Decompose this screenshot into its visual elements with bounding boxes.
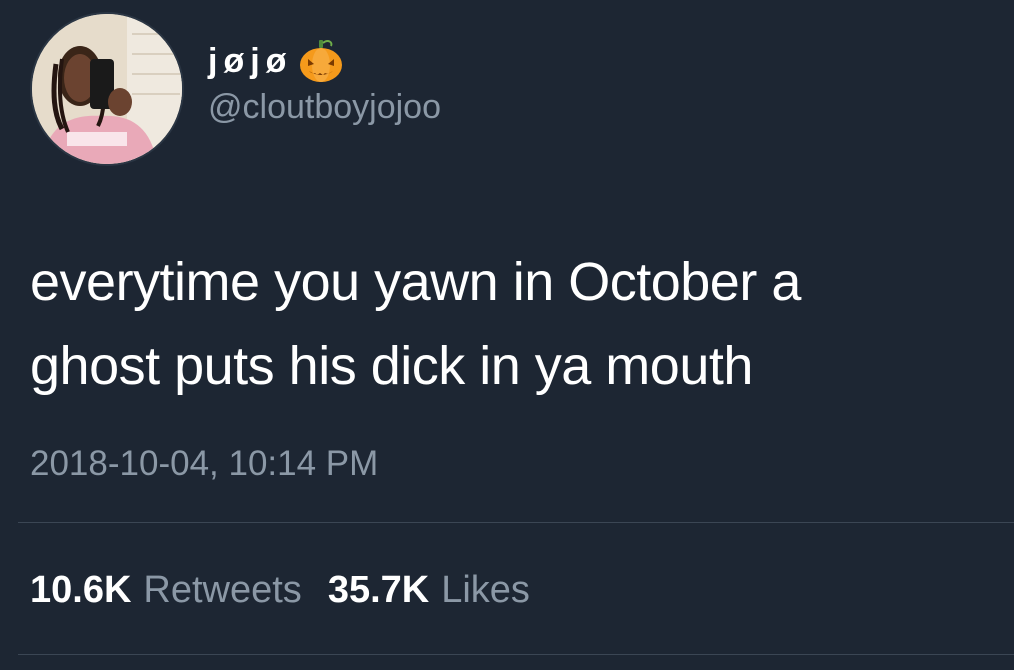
- likes-label[interactable]: Likes: [441, 562, 530, 618]
- avatar[interactable]: [30, 12, 184, 166]
- tweet-text: everytime you yawn in October a ghost pu…: [30, 240, 990, 408]
- display-name-row[interactable]: jøjø: [208, 38, 441, 84]
- tweet-timestamp[interactable]: 2018-10-04, 10:14 PM: [30, 438, 378, 490]
- name-block: jøjø @cloutboyjojoo: [208, 38, 441, 128]
- tweet-stats: 10.6K Retweets 35.7K Likes: [30, 562, 556, 618]
- retweets-count[interactable]: 10.6K: [30, 562, 131, 618]
- user-handle[interactable]: @cloutboyjojoo: [208, 86, 441, 128]
- divider: [18, 654, 1014, 655]
- tweet-header: jøjø @cloutboyjojoo: [30, 12, 990, 166]
- display-name[interactable]: jøjø: [208, 41, 292, 81]
- tweet-text-line: everytime you yawn in October a: [30, 252, 801, 312]
- likes-count[interactable]: 35.7K: [328, 562, 429, 618]
- divider: [18, 522, 1014, 523]
- jack-o-lantern-icon: [298, 38, 344, 84]
- retweets-label[interactable]: Retweets: [143, 562, 301, 618]
- tweet-text-line: ghost puts his dick in ya mouth: [30, 336, 753, 396]
- avatar-photo: [32, 14, 182, 164]
